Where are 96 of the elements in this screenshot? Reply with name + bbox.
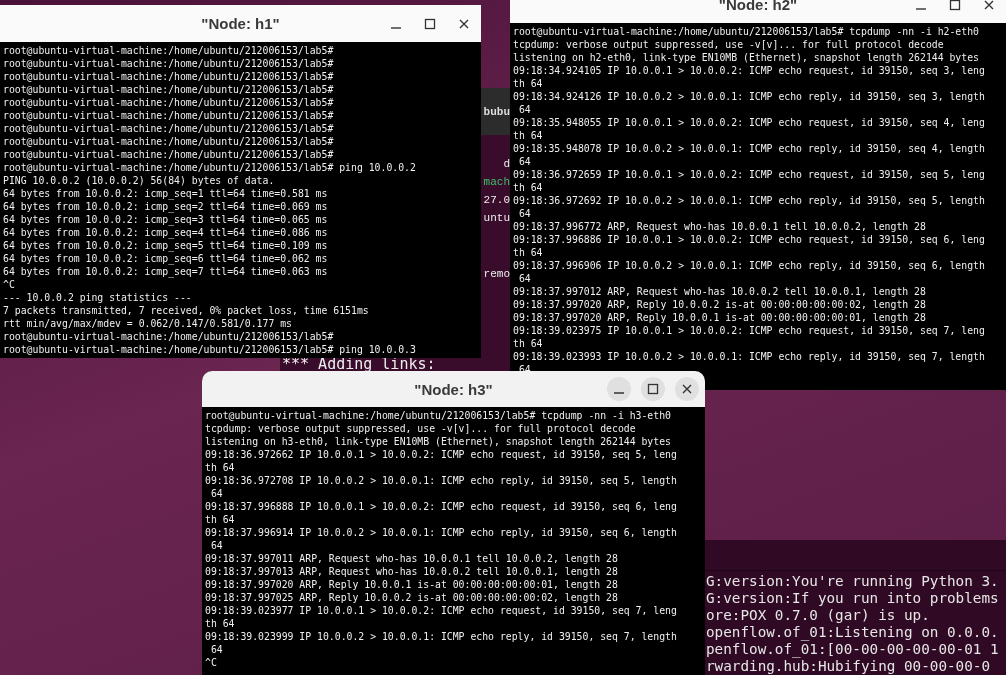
terminal-line: 7 packets transmitted, 7 received, 0% packet loss, time 6151ms xyxy=(3,304,370,317)
terminal-line: root@ubuntu-virtual-machine:/home/ubuntu/212006153/lab5# ping 10.0.0.2 xyxy=(3,161,417,174)
terminal-line: root@ubuntu-virtual-machine:/home/ubuntu/212006153/lab5# xyxy=(3,83,335,96)
terminal-line: untu xyxy=(483,211,510,226)
terminal-line: 64 bytes from 10.0.0.2: icmp_seq=4 ttl=64 time=0.086 ms xyxy=(3,226,329,239)
terminal-line: 09:18:37.996906 IP 10.0.0.2 > 10.0.0.1: ICMP echo reply, id 39150, seq 6, length xyxy=(513,259,986,272)
maximize-icon xyxy=(949,0,961,11)
terminal-line: root@ubuntu-virtual-machine:/home/ubuntu/212006153/lab5# xyxy=(3,148,335,161)
terminal-line: 09:18:37.997012 ARP, Request who-has 10.0.0.2 tell 10.0.0.1, length 28 xyxy=(513,285,927,298)
terminal-line: root@ubuntu-virtual-machine:/home/ubuntu/212006153/lab5# xyxy=(3,70,335,83)
terminal-line: G:version:You're running Python 3. xyxy=(706,573,1000,590)
terminal-line: th 64 xyxy=(205,461,236,474)
terminal-line: th 64 xyxy=(513,77,544,90)
terminal-line: root@ubuntu-virtual-machine:/home/ubuntu/212006153/lab5# xyxy=(3,330,335,343)
terminal-line: 64 xyxy=(209,487,224,500)
close-button[interactable] xyxy=(675,377,699,401)
terminal-line: d xyxy=(503,157,510,172)
terminal-line: 09:18:37.996914 IP 10.0.0.2 > 10.0.0.1: ICMP echo reply, id 39150, seq 6, length xyxy=(205,526,678,539)
terminal-line: 64 xyxy=(517,207,532,220)
terminal-line: rtt min/avg/max/mdev = 0.062/0.147/0.581/0.177 ms xyxy=(3,317,293,330)
terminal-line: 64 bytes from 10.0.0.2: icmp_seq=6 ttl=64 time=0.062 ms xyxy=(3,252,329,265)
terminal-line: th 64 xyxy=(513,337,544,350)
terminal-line: listening on h2-eth0, link-type EN10MB (Ethernet), snapshot length 262144 bytes xyxy=(513,51,980,64)
terminal-line: root@ubuntu-virtual-machine:/home/ubuntu/212006153/lab5# xyxy=(3,135,335,148)
close-icon xyxy=(458,17,470,30)
terminal-line: G:version:If you run into problems xyxy=(706,590,1000,607)
terminal-line: 64 bytes from 10.0.0.2: icmp_seq=7 ttl=64 time=0.063 ms xyxy=(3,265,329,278)
terminal-line: PING 10.0.0.2 (10.0.0.2) 56(84) bytes of data. xyxy=(3,174,276,187)
terminal-line: 64 xyxy=(517,272,532,285)
terminal-line: 09:18:35.948078 IP 10.0.0.2 > 10.0.0.1: ICMP echo reply, id 39150, seq 4, length xyxy=(513,142,986,155)
terminal-line: --- 10.0.0.2 ping statistics --- xyxy=(3,291,193,304)
terminal-line: th 64 xyxy=(513,129,544,142)
terminal-line: root@ubuntu-virtual-machine:/home/ubuntu/212006153/lab5# xyxy=(3,57,335,70)
terminal-line: 09:18:36.972659 IP 10.0.0.1 > 10.0.0.2: ICMP echo request, id 39150, seq 5, leng xyxy=(513,168,986,181)
terminal-line: 64 bytes from 10.0.0.2: icmp_seq=3 ttl=64 time=0.065 ms xyxy=(3,213,329,226)
terminal-line: th 64 xyxy=(513,246,544,259)
terminal-line: 64 xyxy=(209,643,224,656)
minimize-icon xyxy=(614,392,624,394)
terminal-line: ^C xyxy=(3,278,16,291)
terminal-line: 09:18:37.997020 ARP, Reply 10.0.0.1 is-at 00:00:00:00:00:01, length 28 xyxy=(513,311,927,324)
minimize-icon xyxy=(391,26,401,29)
terminal-line: 09:18:34.924105 IP 10.0.0.1 > 10.0.0.2: ICMP echo request, id 39150, seq 3, leng xyxy=(513,64,986,77)
tab-label: bubu xyxy=(483,105,510,118)
terminal-line: 09:18:35.948055 IP 10.0.0.1 > 10.0.0.2: ICMP echo request, id 39150, seq 4, leng xyxy=(513,116,986,129)
terminal-line: th 64 xyxy=(205,513,236,526)
minimize-icon xyxy=(916,7,926,10)
window-title: "Node: h3" xyxy=(414,380,493,398)
terminal-line: 09:18:37.997025 ARP, Reply 10.0.0.2 is-at 00:00:00:00:00:02, length 28 xyxy=(205,591,619,604)
terminal-line: 64 xyxy=(517,103,532,116)
terminal-line: root@ubuntu-virtual-machine:/home/ubuntu/212006153/lab5# tcpdump -nn -i h3-eth0 xyxy=(205,409,672,422)
terminal-line: tcpdump: verbose output suppressed, use -v[v]... for full protocol decode xyxy=(513,38,945,51)
terminal-line: 09:18:39.023975 IP 10.0.0.1 > 10.0.0.2: ICMP echo request, id 39150, seq 7, leng xyxy=(513,324,986,337)
terminal-line: root@ubuntu-virtual-machine:/home/ubuntu/212006153/lab5# xyxy=(3,44,335,57)
terminal-line: 09:18:37.997011 ARP, Request who-has 10.0.0.1 tell 10.0.0.2, length 28 xyxy=(205,552,619,565)
terminal-line: root@ubuntu-virtual-machine:/home/ubuntu/212006153/lab5# ping 10.0.0.3 xyxy=(3,343,417,356)
maximize-button[interactable] xyxy=(641,377,665,401)
terminal-line: 09:18:37.997020 ARP, Reply 10.0.0.1 is-at 00:00:00:00:00:01, length 28 xyxy=(205,578,619,591)
maximize-icon xyxy=(424,17,436,30)
terminal-line: listening on h3-eth0, link-type EN10MB (Ethernet), snapshot length 262144 bytes xyxy=(205,435,672,448)
terminal-line: 64 bytes from 10.0.0.2: icmp_seq=2 ttl=64 time=0.069 ms xyxy=(3,200,329,213)
terminal-line: root@ubuntu-virtual-machine:/home/ubuntu/212006153/lab5# xyxy=(3,109,335,122)
minimize-button[interactable] xyxy=(607,377,631,401)
terminal-line: root@ubuntu-virtual-machine:/home/ubuntu/212006153/lab5# xyxy=(3,96,335,109)
terminal-line: 09:18:36.972692 IP 10.0.0.2 > 10.0.0.1: ICMP echo reply, id 39150, seq 5, length xyxy=(513,194,986,207)
terminal-line: mach xyxy=(483,175,510,190)
terminal-line: 09:18:34.924126 IP 10.0.0.2 > 10.0.0.1: ICMP echo reply, id 39150, seq 3, length xyxy=(513,90,986,103)
terminal-line: 09:18:36.972708 IP 10.0.0.2 > 10.0.0.1: ICMP echo reply, id 39150, seq 5, length xyxy=(205,474,678,487)
terminal-line: 64 xyxy=(209,539,224,552)
terminal-line: 27.0 xyxy=(483,193,510,208)
terminal-line: rwarding.hub:Hubifying 00-00-00-0 xyxy=(706,658,992,675)
terminal-line: 09:18:37.996772 ARP, Request who-has 10.0.0.1 tell 10.0.0.2, length 28 xyxy=(513,220,927,233)
terminal-line: root@ubuntu-virtual-machine:/home/ubuntu/212006153/lab5# xyxy=(3,122,335,135)
terminal-line: 64 bytes from 10.0.0.2: icmp_seq=5 ttl=64 time=0.109 ms xyxy=(3,239,329,252)
terminal-line: th 64 xyxy=(513,181,544,194)
terminal-line: 09:18:37.996886 IP 10.0.0.1 > 10.0.0.2: ICMP echo request, id 39150, seq 6, leng xyxy=(513,233,986,246)
terminal-line: remo xyxy=(483,267,510,282)
terminal-line: 09:18:36.972662 IP 10.0.0.1 > 10.0.0.2: ICMP echo request, id 39150, seq 5, leng xyxy=(205,448,678,461)
close-icon xyxy=(983,0,995,11)
terminal-line: 09:18:39.023977 IP 10.0.0.1 > 10.0.0.2: ICMP echo request, id 39150, seq 7, leng xyxy=(205,604,678,617)
terminal-line: 09:18:39.023993 IP 10.0.0.2 > 10.0.0.1: ICMP echo reply, id 39150, seq 7, length xyxy=(513,350,986,363)
terminal-line: 09:18:37.997013 ARP, Request who-has 10.0.0.2 tell 10.0.0.1, length 28 xyxy=(205,565,619,578)
window-title: "Node: h1" xyxy=(201,15,280,32)
terminal-line: 09:18:37.996888 IP 10.0.0.1 > 10.0.0.2: ICMP echo request, id 39150, seq 6, leng xyxy=(205,500,678,513)
terminal-line: 64 bytes from 10.0.0.2: icmp_seq=1 ttl=64 time=0.581 ms xyxy=(3,187,329,200)
terminal-line: openflow.of_01:Listening on 0.0.0. xyxy=(706,624,1000,641)
terminal-line: tcpdump: verbose output suppressed, use -v[v]... for full protocol decode xyxy=(205,422,637,435)
terminal-line: 64 xyxy=(517,155,532,168)
terminal-line: root@ubuntu-virtual-machine:/home/ubuntu/212006153/lab5# tcpdump -nn -i h2-eth0 xyxy=(513,25,980,38)
terminal-line: th 64 xyxy=(205,617,236,630)
close-icon xyxy=(681,383,693,395)
terminal-line: ^C xyxy=(205,656,218,669)
terminal-line: penflow.of_01:[00-00-00-00-00-01 1 xyxy=(706,641,1000,658)
terminal-line: 09:18:39.023999 IP 10.0.0.2 > 10.0.0.1: ICMP echo reply, id 39150, seq 7, length xyxy=(205,630,678,643)
maximize-icon xyxy=(647,383,659,395)
terminal-line: 09:18:37.997020 ARP, Reply 10.0.0.2 is-at 00:00:00:00:00:02, length 28 xyxy=(513,298,927,311)
terminal-line: ore:POX 0.7.0 (gar) is up. xyxy=(706,607,931,624)
